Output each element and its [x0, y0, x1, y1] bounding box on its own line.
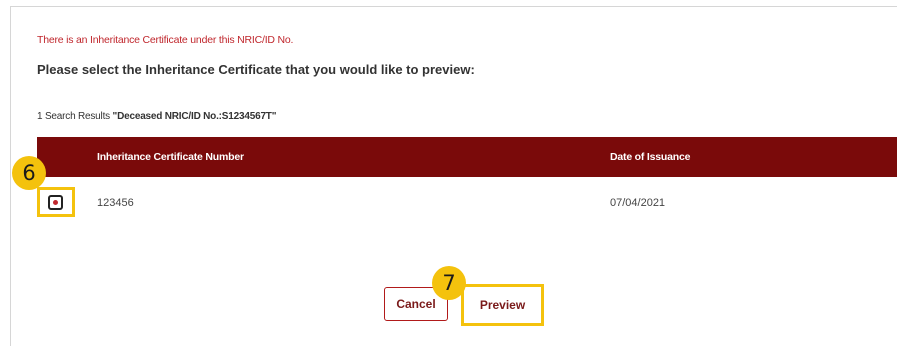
column-header-certificate-number: Inheritance Certificate Number [97, 151, 244, 163]
radio-selected-icon[interactable] [48, 195, 63, 210]
results-count: 1 Search Results [37, 111, 110, 122]
alert-message: There is an Inheritance Certificate unde… [37, 34, 294, 46]
preview-button[interactable]: Preview [467, 290, 538, 320]
results-query: "Deceased NRIC/ID No.:S1234567T" [112, 111, 277, 122]
table-row[interactable]: 123456 07/04/2021 [37, 177, 897, 237]
select-highlight-box [37, 187, 75, 217]
page-heading: Please select the Inheritance Certificat… [37, 62, 475, 77]
date-of-issuance-cell: 07/04/2021 [610, 197, 666, 209]
search-results-summary: 1 Search Results "Deceased NRIC/ID No.:S… [37, 111, 276, 122]
step-7-badge: 7 [432, 266, 466, 300]
preview-highlight-box: Preview [461, 284, 544, 326]
table-header: Inheritance Certificate Number Date of I… [37, 137, 897, 177]
radio-dot [53, 200, 58, 205]
step-6-badge: 6 [12, 156, 46, 190]
certificate-number-cell: 123456 [97, 197, 134, 209]
column-header-date-of-issuance: Date of Issuance [610, 151, 691, 163]
